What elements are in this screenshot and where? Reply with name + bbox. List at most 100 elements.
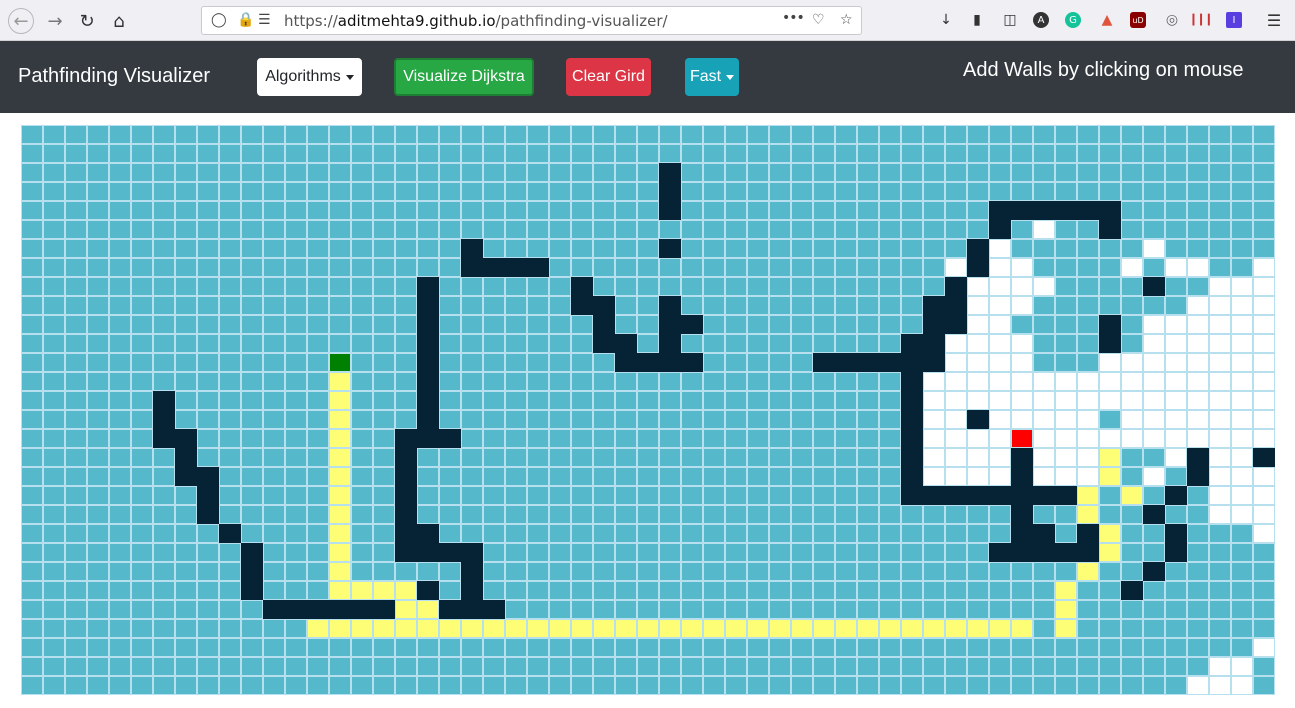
visited-cell[interactable]	[923, 410, 945, 429]
grid-cell[interactable]	[615, 524, 637, 543]
grid-cell[interactable]	[1099, 239, 1121, 258]
visited-cell[interactable]	[1253, 391, 1275, 410]
grid-cell[interactable]	[505, 296, 527, 315]
grid-cell[interactable]	[549, 201, 571, 220]
grid-cell[interactable]	[1033, 638, 1055, 657]
grid-cell[interactable]	[1033, 353, 1055, 372]
visited-cell[interactable]	[1187, 410, 1209, 429]
grid-cell[interactable]	[153, 600, 175, 619]
grid-cell[interactable]	[879, 410, 901, 429]
grid-cell[interactable]	[197, 638, 219, 657]
grid-cell[interactable]	[461, 486, 483, 505]
grid-cell[interactable]	[1077, 676, 1099, 695]
grid-cell[interactable]	[527, 505, 549, 524]
grid-cell[interactable]	[43, 562, 65, 581]
grid-cell[interactable]	[175, 163, 197, 182]
grid-cell[interactable]	[505, 220, 527, 239]
grid-cell[interactable]	[1165, 657, 1187, 676]
grid-cell[interactable]	[87, 163, 109, 182]
grid-cell[interactable]	[285, 410, 307, 429]
grid-cell[interactable]	[1165, 638, 1187, 657]
grid-cell[interactable]	[373, 201, 395, 220]
wall-cell[interactable]	[901, 391, 923, 410]
grid-cell[interactable]	[109, 657, 131, 676]
grid-cell[interactable]	[241, 239, 263, 258]
grid-cell[interactable]	[637, 467, 659, 486]
grid-cell[interactable]	[483, 296, 505, 315]
path-cell[interactable]	[747, 619, 769, 638]
grid-cell[interactable]	[659, 277, 681, 296]
grid-cell[interactable]	[549, 239, 571, 258]
grid-cell[interactable]	[527, 372, 549, 391]
grid-cell[interactable]	[879, 467, 901, 486]
grid-cell[interactable]	[769, 296, 791, 315]
wall-cell[interactable]	[615, 353, 637, 372]
grid-cell[interactable]	[879, 543, 901, 562]
grid-cell[interactable]	[1253, 239, 1275, 258]
grid-cell[interactable]	[879, 676, 901, 695]
grid-cell[interactable]	[439, 296, 461, 315]
grid-cell[interactable]	[571, 562, 593, 581]
grid-cell[interactable]	[87, 676, 109, 695]
grid-cell[interactable]	[505, 125, 527, 144]
wall-cell[interactable]	[1077, 201, 1099, 220]
grid-cell[interactable]	[923, 638, 945, 657]
visited-cell[interactable]	[1011, 334, 1033, 353]
grid-cell[interactable]	[439, 638, 461, 657]
grid-cell[interactable]	[703, 524, 725, 543]
grid-cell[interactable]	[703, 429, 725, 448]
grid-cell[interactable]	[1165, 296, 1187, 315]
grid-cell[interactable]	[131, 600, 153, 619]
grid-cell[interactable]	[417, 220, 439, 239]
grid-cell[interactable]	[637, 562, 659, 581]
grid-cell[interactable]	[593, 201, 615, 220]
grid-cell[interactable]	[791, 163, 813, 182]
grid-cell[interactable]	[109, 448, 131, 467]
wall-cell[interactable]	[395, 524, 417, 543]
grid-cell[interactable]	[659, 638, 681, 657]
grid-cell[interactable]	[967, 600, 989, 619]
grid-cell[interactable]	[285, 657, 307, 676]
grid-cell[interactable]	[527, 657, 549, 676]
grid-cell[interactable]	[725, 353, 747, 372]
grid-cell[interactable]	[769, 277, 791, 296]
grid-cell[interactable]	[505, 182, 527, 201]
grid-cell[interactable]	[1077, 296, 1099, 315]
grid-cell[interactable]	[1121, 334, 1143, 353]
grid-cell[interactable]	[439, 239, 461, 258]
grid-cell[interactable]	[153, 524, 175, 543]
grid-cell[interactable]	[505, 638, 527, 657]
wall-cell[interactable]	[923, 315, 945, 334]
grid-cell[interactable]	[571, 258, 593, 277]
grid-cell[interactable]	[109, 600, 131, 619]
grid-cell[interactable]	[197, 410, 219, 429]
grid-cell[interactable]	[1077, 258, 1099, 277]
brave-shield-icon[interactable]: ▲	[1097, 10, 1117, 30]
wall-cell[interactable]	[1165, 486, 1187, 505]
grid-cell[interactable]	[351, 638, 373, 657]
grid-cell[interactable]	[175, 296, 197, 315]
grid-cell[interactable]	[241, 391, 263, 410]
grid-cell[interactable]	[65, 239, 87, 258]
visited-cell[interactable]	[967, 296, 989, 315]
grid-cell[interactable]	[87, 619, 109, 638]
grid-cell[interactable]	[197, 391, 219, 410]
grid-cell[interactable]	[285, 372, 307, 391]
grid-cell[interactable]	[593, 258, 615, 277]
grid-cell[interactable]	[791, 258, 813, 277]
grid-cell[interactable]	[791, 315, 813, 334]
grid-cell[interactable]	[65, 581, 87, 600]
grid-cell[interactable]	[1055, 562, 1077, 581]
grid-cell[interactable]	[681, 543, 703, 562]
grid-cell[interactable]	[1187, 163, 1209, 182]
grid-cell[interactable]	[835, 182, 857, 201]
clear-grid-button[interactable]: Clear Gird	[566, 58, 651, 96]
grid-cell[interactable]	[835, 125, 857, 144]
visited-cell[interactable]	[1253, 353, 1275, 372]
grid-cell[interactable]	[615, 429, 637, 448]
sidebar-icon[interactable]: ◫	[1000, 10, 1020, 30]
grid-cell[interactable]	[131, 220, 153, 239]
grid-cell[interactable]	[131, 239, 153, 258]
grid-cell[interactable]	[307, 676, 329, 695]
wall-cell[interactable]	[417, 581, 439, 600]
